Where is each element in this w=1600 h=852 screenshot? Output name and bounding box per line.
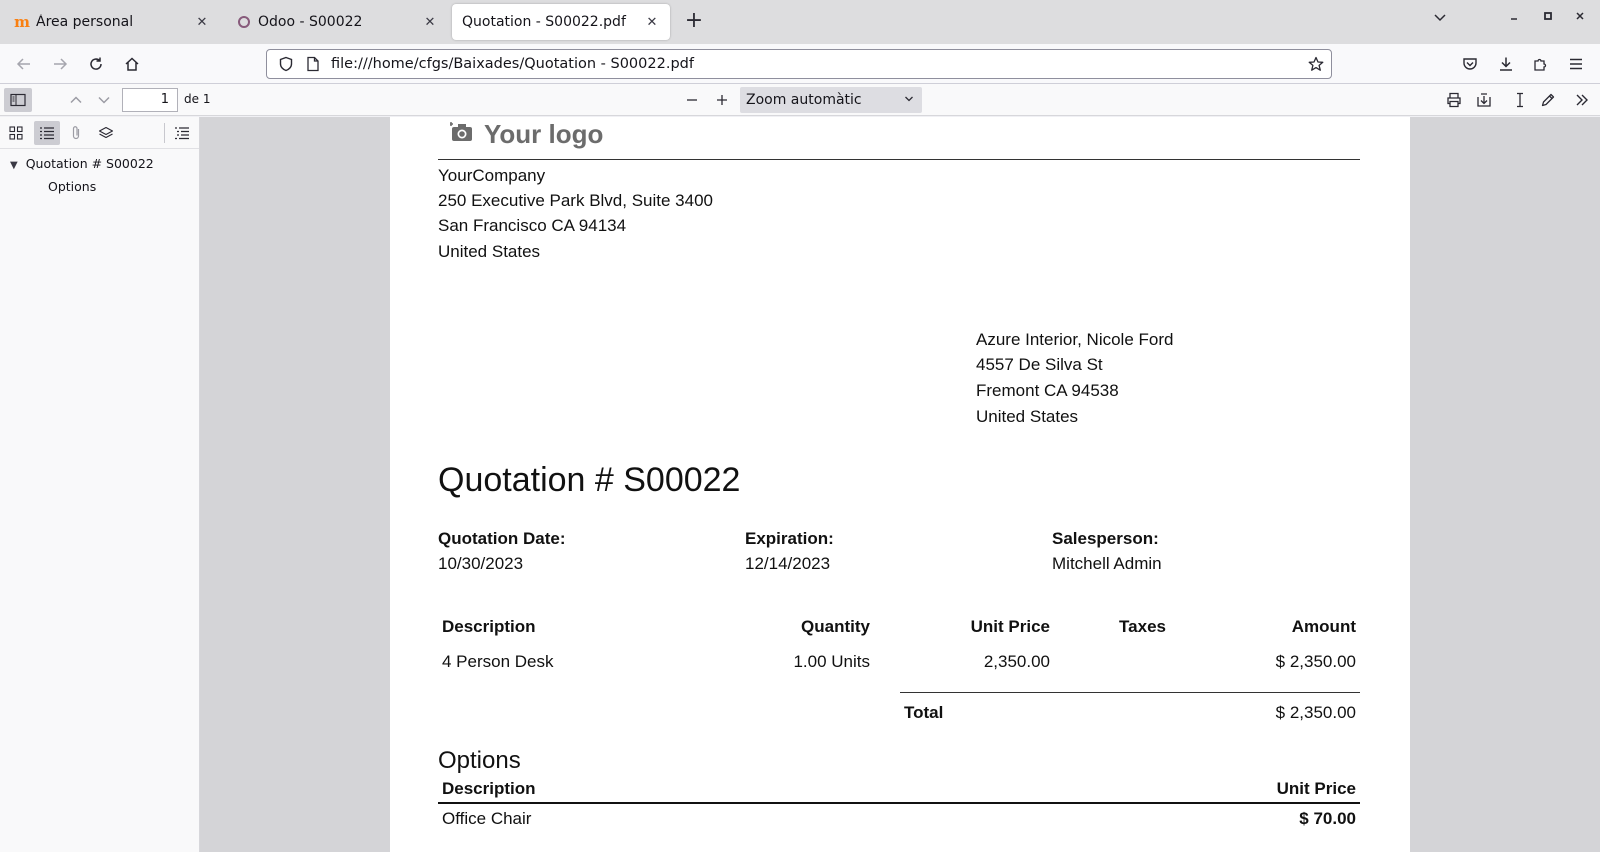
- company-logo: Your logo: [449, 119, 604, 150]
- page-count-label: de 1: [184, 92, 211, 106]
- tools-double-chevron-icon[interactable]: [1570, 88, 1594, 112]
- bookmark-star-icon[interactable]: [1301, 56, 1331, 72]
- save-icon[interactable]: [1472, 88, 1496, 112]
- options-title: Options: [438, 747, 521, 774]
- close-tab-icon[interactable]: ✕: [644, 15, 660, 30]
- navigation-bar: file:///home/cfgs/Baixades/Quotation - S…: [0, 44, 1600, 84]
- quotation-date-label: Quotation Date:: [438, 529, 566, 548]
- expand-triangle-icon[interactable]: ▼: [10, 160, 18, 171]
- outline-item-options[interactable]: Options: [48, 179, 96, 194]
- total-value: $ 2,350.00: [1275, 703, 1356, 722]
- company-country: United States: [438, 242, 541, 261]
- col-header-unit-price: Unit Price: [970, 617, 1050, 636]
- customer-city: Fremont CA 94538: [976, 381, 1119, 400]
- previous-page-icon[interactable]: [64, 88, 88, 112]
- customer-country: United States: [976, 407, 1079, 426]
- company-name: YourCompany: [438, 166, 546, 185]
- company-street: 250 Executive Park Blvd, Suite 3400: [438, 191, 713, 210]
- logo-text: Your logo: [484, 119, 604, 149]
- downloads-icon[interactable]: [1494, 52, 1518, 76]
- close-tab-icon[interactable]: ✕: [194, 15, 210, 30]
- pdf-page: Your logo YourCompany 250 Executive Park…: [390, 117, 1410, 852]
- pdf-viewer[interactable]: Your logo YourCompany 250 Executive Park…: [200, 117, 1600, 852]
- outline-item-label: Quotation # S00022: [25, 156, 154, 171]
- tab-area-personal[interactable]: m Àrea personal ✕: [4, 4, 220, 40]
- tab-title: Àrea personal: [36, 14, 134, 30]
- col-header-quantity: Quantity: [801, 617, 870, 636]
- chevron-down-icon: [904, 87, 914, 113]
- zoom-out-icon[interactable]: [680, 88, 704, 112]
- print-icon[interactable]: [1442, 88, 1466, 112]
- camera-icon: [449, 119, 474, 150]
- salesperson-label: Salesperson:: [1052, 529, 1159, 548]
- expiration-label: Expiration:: [745, 529, 834, 548]
- options-col-header-unit-price: Unit Price: [1276, 779, 1356, 798]
- header-divider: [438, 159, 1360, 160]
- draw-pen-icon[interactable]: [1536, 88, 1560, 112]
- layers-icon[interactable]: [94, 121, 118, 145]
- menu-hamburger-icon[interactable]: [1564, 52, 1588, 76]
- text-cursor-icon[interactable]: [1508, 88, 1532, 112]
- current-outline-item-icon[interactable]: [170, 121, 194, 145]
- zoom-select-value: Zoom automàtic: [746, 92, 862, 108]
- thumbnails-icon[interactable]: [4, 121, 28, 145]
- reload-icon[interactable]: [84, 52, 108, 76]
- address-bar[interactable]: file:///home/cfgs/Baixades/Quotation - S…: [266, 49, 1332, 79]
- next-page-icon[interactable]: [92, 88, 116, 112]
- row-amount: $ 2,350.00: [1275, 652, 1356, 671]
- forward-arrow-icon[interactable]: [48, 52, 72, 76]
- salesperson-value: Mitchell Admin: [1052, 554, 1162, 573]
- document-title: Quotation # S00022: [438, 461, 741, 499]
- sidebar-toolbar-divider: [164, 123, 165, 143]
- moodle-icon: m: [14, 13, 30, 31]
- page-icon: [301, 56, 325, 72]
- company-city: San Francisco CA 94134: [438, 216, 627, 235]
- col-header-description: Description: [442, 617, 536, 636]
- pdf-sidebar: ▼ Quotation # S00022 Options: [0, 117, 200, 852]
- minimize-button[interactable]: [1502, 10, 1526, 26]
- odoo-icon: [236, 14, 252, 30]
- back-arrow-icon[interactable]: [12, 52, 36, 76]
- sidebar-toolbar: [0, 117, 199, 149]
- outline-list-icon[interactable]: [34, 121, 60, 145]
- col-header-amount: Amount: [1291, 617, 1356, 636]
- url-text[interactable]: file:///home/cfgs/Baixades/Quotation - S…: [325, 56, 1301, 72]
- options-header-divider: [438, 802, 1360, 804]
- extensions-icon[interactable]: [1528, 52, 1552, 76]
- close-window-button[interactable]: [1568, 10, 1592, 26]
- pocket-icon[interactable]: [1458, 52, 1482, 76]
- tab-title: Quotation - S00022.pdf: [462, 14, 626, 30]
- list-tabs-chevron-icon[interactable]: [1428, 10, 1452, 28]
- row-quantity: 1.00 Units: [793, 652, 870, 671]
- page-number-input[interactable]: 1: [122, 88, 178, 112]
- zoom-select[interactable]: Zoom automàtic: [740, 87, 922, 113]
- zoom-in-icon[interactable]: [710, 88, 734, 112]
- attachments-paperclip-icon[interactable]: [64, 121, 88, 145]
- tab-odoo[interactable]: Odoo - S00022 ✕: [226, 4, 448, 40]
- close-tab-icon[interactable]: ✕: [422, 15, 438, 30]
- tab-title: Odoo - S00022: [258, 14, 363, 30]
- customer-name: Azure Interior, Nicole Ford: [976, 330, 1174, 349]
- options-col-header-description: Description: [442, 779, 536, 798]
- home-icon[interactable]: [120, 52, 144, 76]
- row-description: 4 Person Desk: [442, 652, 554, 671]
- shield-icon[interactable]: [271, 56, 301, 72]
- maximize-button[interactable]: [1536, 10, 1560, 26]
- tab-quotation-pdf[interactable]: Quotation - S00022.pdf ✕: [452, 4, 670, 40]
- option-unit-price: $ 70.00: [1299, 809, 1356, 828]
- customer-street: 4557 De Silva St: [976, 355, 1103, 374]
- col-header-taxes: Taxes: [1119, 617, 1166, 636]
- pdf-toolbar: 1 de 1 Zoom automàtic: [0, 84, 1600, 116]
- tab-strip: m Àrea personal ✕ Odoo - S00022 ✕ Quotat…: [0, 0, 1600, 44]
- option-description: Office Chair: [442, 809, 532, 828]
- total-label: Total: [904, 703, 944, 722]
- outline-item-label: Options: [48, 179, 97, 194]
- outline-item-quotation[interactable]: ▼ Quotation # S00022: [10, 156, 154, 171]
- total-divider: [900, 692, 1360, 693]
- toggle-sidebar-icon[interactable]: [4, 88, 32, 112]
- quotation-date-value: 10/30/2023: [438, 554, 524, 573]
- expiration-value: 12/14/2023: [745, 554, 831, 573]
- row-unit-price: 2,350.00: [983, 652, 1050, 671]
- new-tab-button[interactable]: +: [682, 10, 706, 34]
